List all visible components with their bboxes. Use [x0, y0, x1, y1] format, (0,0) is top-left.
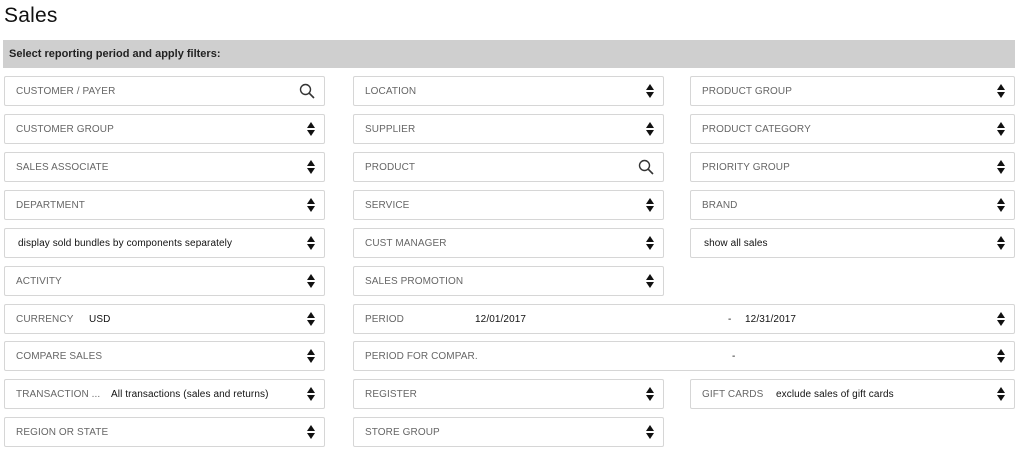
priority-group-select[interactable]: PRIORITY GROUP	[690, 152, 1015, 182]
updown-arrows-icon	[646, 122, 654, 136]
updown-arrows-icon	[307, 387, 315, 401]
updown-arrows-icon	[997, 312, 1005, 326]
currency-select[interactable]: CURRENCY USD	[4, 304, 325, 334]
activity-select[interactable]: ACTIVITY	[4, 266, 325, 296]
region-state-select[interactable]: REGION OR STATE	[4, 417, 325, 447]
search-icon[interactable]	[299, 83, 315, 99]
updown-arrows-icon	[997, 349, 1005, 363]
brand-select[interactable]: BRAND	[690, 190, 1015, 220]
updown-arrows-icon	[997, 122, 1005, 136]
supplier-label: SUPPLIER	[365, 124, 416, 135]
sales-associate-select[interactable]: SALES ASSOCIATE	[4, 152, 325, 182]
period-select[interactable]: PERIOD 12/01/2017 - 12/31/2017	[353, 304, 1015, 334]
currency-label: CURRENCY	[16, 314, 74, 325]
customer-group-select[interactable]: CUSTOMER GROUP	[4, 114, 325, 144]
updown-arrows-icon	[646, 198, 654, 212]
updown-arrows-icon	[307, 122, 315, 136]
department-select[interactable]: DEPARTMENT	[4, 190, 325, 220]
period-compare-separator: -	[732, 351, 736, 362]
sales-promotion-select[interactable]: SALES PROMOTION	[353, 266, 664, 296]
period-to-value[interactable]: 12/31/2017	[745, 314, 796, 325]
updown-arrows-icon	[646, 274, 654, 288]
gift-cards-value: exclude sales of gift cards	[776, 389, 894, 400]
updown-arrows-icon	[997, 84, 1005, 98]
updown-arrows-icon	[997, 198, 1005, 212]
updown-arrows-icon	[307, 160, 315, 174]
bundles-display-select[interactable]: display sold bundles by components separ…	[4, 228, 325, 258]
priority-group-label: PRIORITY GROUP	[702, 162, 790, 173]
updown-arrows-icon	[646, 84, 654, 98]
sales-associate-label: SALES ASSOCIATE	[16, 162, 109, 173]
service-select[interactable]: SERVICE	[353, 190, 664, 220]
updown-arrows-icon	[307, 198, 315, 212]
search-icon[interactable]	[638, 159, 654, 175]
show-sales-select[interactable]: show all sales	[690, 228, 1015, 258]
bundles-display-value: display sold bundles by components separ…	[18, 238, 233, 249]
cust-manager-select[interactable]: CUST MANAGER	[353, 228, 664, 258]
store-group-select[interactable]: STORE GROUP	[353, 417, 664, 447]
compare-sales-select[interactable]: COMPARE SALES	[4, 341, 325, 371]
updown-arrows-icon	[307, 349, 315, 363]
department-label: DEPARTMENT	[16, 200, 85, 211]
product-field[interactable]: PRODUCT	[353, 152, 664, 182]
updown-arrows-icon	[646, 425, 654, 439]
page-title: Sales	[4, 4, 58, 27]
cust-manager-label: CUST MANAGER	[365, 238, 447, 249]
product-group-label: PRODUCT GROUP	[702, 86, 793, 97]
gift-cards-label: GIFT CARDS	[702, 389, 764, 400]
period-compare-select[interactable]: PERIOD FOR COMPAR. -	[353, 341, 1015, 371]
updown-arrows-icon	[997, 160, 1005, 174]
product-label: PRODUCT	[365, 162, 416, 173]
compare-sales-label: COMPARE SALES	[16, 351, 103, 362]
activity-label: ACTIVITY	[16, 276, 62, 287]
updown-arrows-icon	[997, 387, 1005, 401]
filter-header-label: Select reporting period and apply filter…	[9, 48, 221, 60]
show-sales-value: show all sales	[704, 238, 768, 249]
location-label: LOCATION	[365, 86, 417, 97]
product-category-select[interactable]: PRODUCT CATEGORY	[690, 114, 1015, 144]
transaction-type-select[interactable]: TRANSACTION ... All transactions (sales …	[4, 379, 325, 409]
location-select[interactable]: LOCATION	[353, 76, 664, 106]
period-compare-label: PERIOD FOR COMPAR.	[365, 351, 478, 362]
updown-arrows-icon	[307, 312, 315, 326]
transaction-type-label: TRANSACTION ...	[16, 389, 101, 400]
transaction-type-value: All transactions (sales and returns)	[111, 389, 269, 400]
filter-header-bar: Select reporting period and apply filter…	[3, 40, 1015, 68]
register-label: REGISTER	[365, 389, 417, 400]
service-label: SERVICE	[365, 200, 410, 211]
updown-arrows-icon	[646, 387, 654, 401]
updown-arrows-icon	[646, 236, 654, 250]
product-category-label: PRODUCT CATEGORY	[702, 124, 811, 135]
customer-payer-label: CUSTOMER / PAYER	[16, 86, 116, 97]
region-state-label: REGION OR STATE	[16, 427, 109, 438]
currency-value: USD	[89, 314, 111, 325]
product-group-select[interactable]: PRODUCT GROUP	[690, 76, 1015, 106]
updown-arrows-icon	[997, 236, 1005, 250]
updown-arrows-icon	[307, 236, 315, 250]
gift-cards-select[interactable]: GIFT CARDS exclude sales of gift cards	[690, 379, 1015, 409]
period-label: PERIOD	[365, 314, 404, 325]
store-group-label: STORE GROUP	[365, 427, 440, 438]
period-from-value[interactable]: 12/01/2017	[475, 314, 526, 325]
updown-arrows-icon	[307, 425, 315, 439]
sales-promotion-label: SALES PROMOTION	[365, 276, 464, 287]
customer-group-label: CUSTOMER GROUP	[16, 124, 114, 135]
register-select[interactable]: REGISTER	[353, 379, 664, 409]
updown-arrows-icon	[307, 274, 315, 288]
period-separator: -	[728, 314, 732, 325]
brand-label: BRAND	[702, 200, 738, 211]
customer-payer-field[interactable]: CUSTOMER / PAYER	[4, 76, 325, 106]
supplier-select[interactable]: SUPPLIER	[353, 114, 664, 144]
